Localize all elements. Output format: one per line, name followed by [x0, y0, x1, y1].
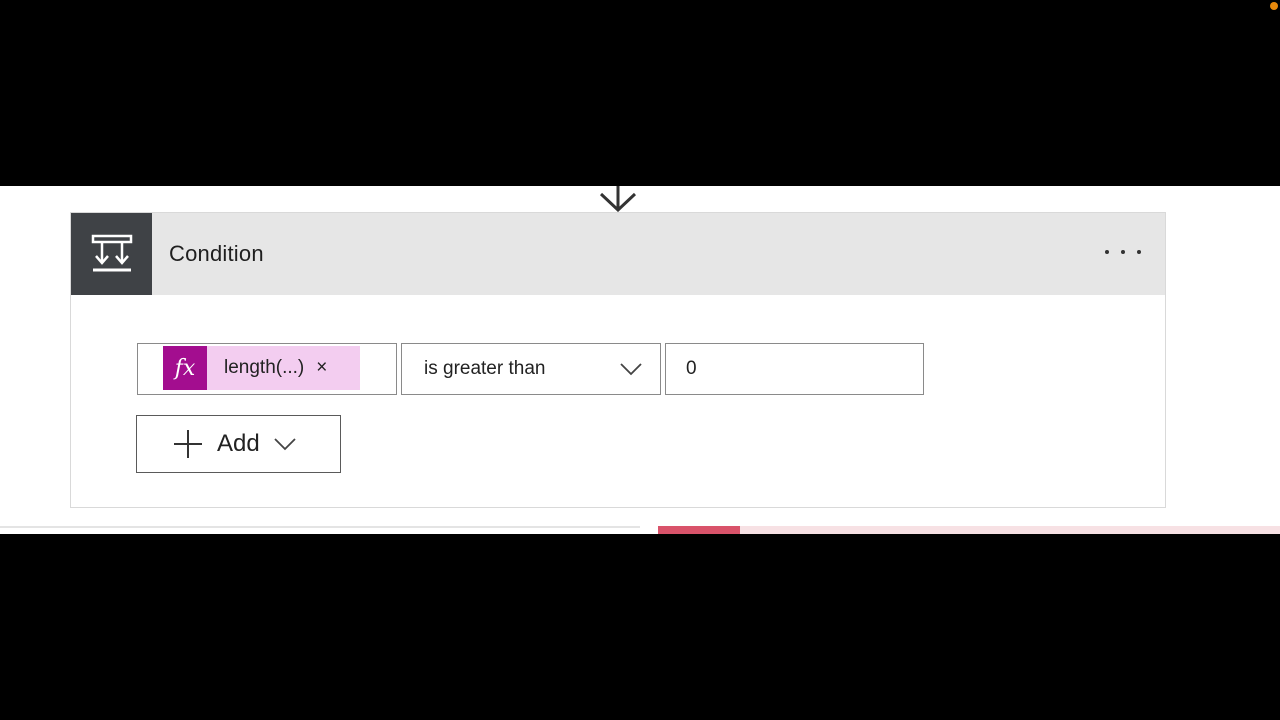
operator-dropdown[interactable]: is greater than [401, 343, 661, 395]
ellipsis-icon [1105, 250, 1109, 254]
designer-canvas: Condition fx length(...) × is greater th… [0, 186, 1280, 534]
card-title: Condition [169, 241, 264, 266]
chevron-down-icon [620, 363, 642, 376]
add-button[interactable]: Add [136, 415, 341, 473]
branch-accent [658, 526, 740, 534]
expression-token[interactable]: fx length(...) × [163, 346, 360, 390]
right-operand-input[interactable]: 0 [665, 343, 924, 395]
branch-header-no [658, 526, 1280, 534]
operator-value: is greater than [424, 358, 546, 379]
connector-arrow-icon [599, 186, 637, 212]
ellipsis-icon [1137, 250, 1141, 254]
token-label: length(...) [224, 357, 305, 378]
condition-card: Condition fx length(...) × is greater th… [70, 212, 1166, 508]
remove-token-button[interactable]: × [316, 357, 327, 379]
more-options-button[interactable] [1103, 237, 1143, 267]
plus-icon [174, 430, 202, 458]
branch-divider-left [0, 526, 640, 528]
right-operand-value: 0 [686, 358, 697, 379]
ellipsis-icon [1121, 250, 1125, 254]
condition-card-header[interactable]: Condition [71, 213, 1165, 295]
chevron-down-icon [274, 438, 296, 451]
left-operand-field[interactable]: fx length(...) × [137, 343, 397, 395]
recording-indicator [1270, 2, 1278, 10]
condition-branch-icon [71, 213, 152, 295]
add-button-label: Add [217, 430, 260, 457]
fx-icon: fx [163, 346, 207, 390]
